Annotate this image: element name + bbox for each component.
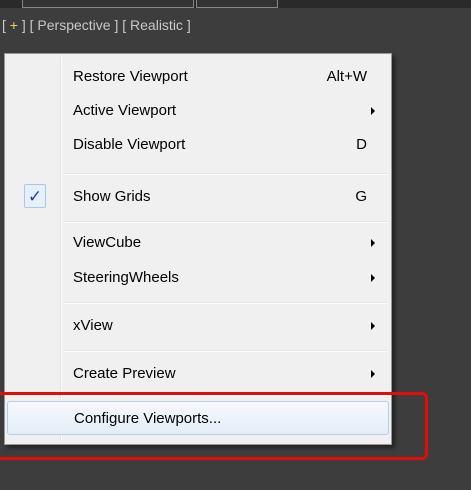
menu-item-active-viewport[interactable]: Active Viewport [7,94,389,128]
submenu-arrow-icon [371,274,375,282]
menu-item-configure-viewports[interactable]: Configure Viewports... [7,401,389,435]
menu-item-disable-viewport[interactable]: Disable Viewport D [7,128,389,162]
menu-item-label: Configure Viewports... [74,410,222,427]
submenu-arrow-icon [371,322,375,330]
bracket: [ [122,17,131,33]
bracket: ] [110,17,123,33]
menu-item-shortcut: Alt+W [326,68,367,85]
viewport-context-menu: Restore Viewport Alt+W Active Viewport D… [4,53,392,445]
menu-item-restore-viewport[interactable]: Restore Viewport Alt+W [7,60,389,94]
viewport-tab-strip [0,0,471,8]
menu-item-steeringwheels[interactable]: SteeringWheels [7,261,389,295]
bracket: ] [182,17,191,33]
viewport-shading-label[interactable]: Realistic [130,17,183,33]
menu-separator [63,221,387,223]
menu-item-shortcut: D [356,136,367,153]
check-icon: ✓ [24,184,46,208]
menu-separator [63,173,387,175]
menu-item-label: ViewCube [73,234,142,251]
tab-segment [196,0,278,8]
menu-separator [63,350,387,352]
menu-item-xview[interactable]: xView [7,309,389,343]
menu-item-viewcube[interactable]: ViewCube [7,226,389,260]
menu-item-label: SteeringWheels [73,269,179,286]
menu-item-label: Disable Viewport [73,136,186,153]
menu-item-label: Create Preview [73,365,176,382]
menu-separator [63,302,387,304]
submenu-arrow-icon [371,107,375,115]
menu-item-label: Show Grids [73,188,151,205]
submenu-arrow-icon [371,370,375,378]
menu-item-create-preview[interactable]: Create Preview [7,357,389,391]
bracket: [ [2,17,10,33]
viewport-view-label[interactable]: Perspective [37,17,110,33]
tab-segment [22,0,194,8]
menu-item-show-grids[interactable]: ✓ Show Grids G [7,180,389,214]
menu-item-label: Active Viewport [73,102,177,119]
menu-item-label: xView [73,317,113,334]
bracket: ] [17,17,30,33]
menu-item-label: Restore Viewport [73,68,188,85]
viewport-plus-menu[interactable]: + [10,17,18,33]
menu-separator [63,394,387,396]
viewport-label: [ + ] [ Perspective ] [ Realistic ] [0,14,191,36]
submenu-arrow-icon [371,239,375,247]
menu-item-shortcut: G [355,188,367,205]
